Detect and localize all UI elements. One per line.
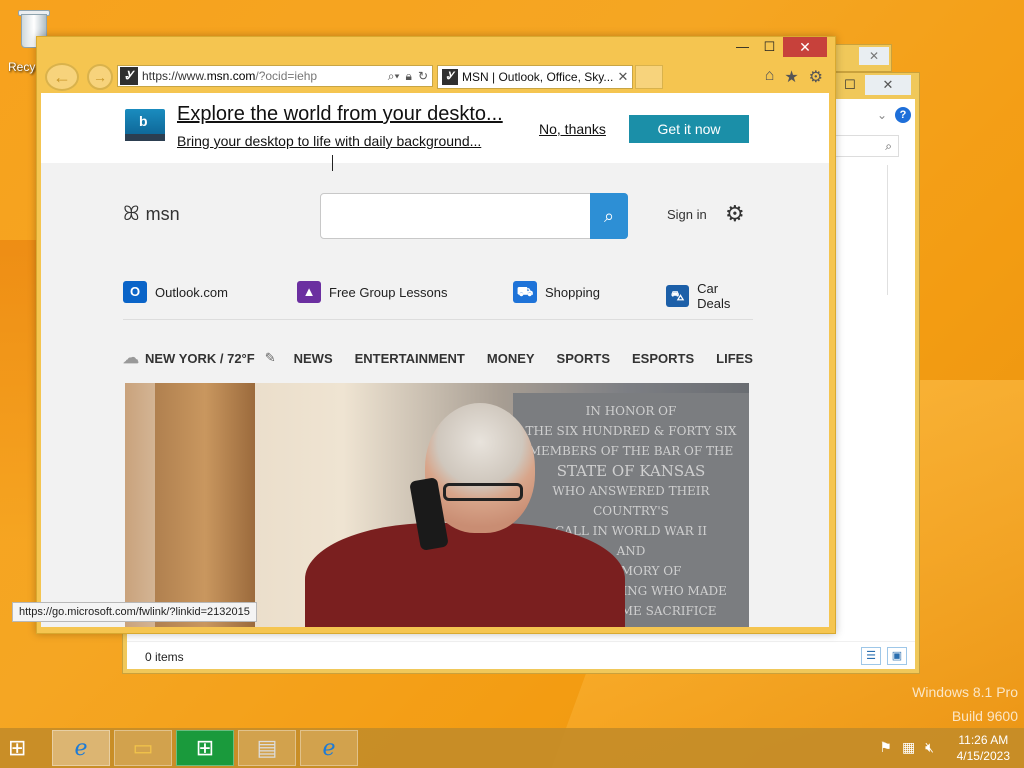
quick-link-outlook[interactable]: O Outlook.com [123,281,228,303]
back-arrow-icon: ← [53,67,71,87]
start-button[interactable]: ⊞ [8,736,38,760]
quick-link-label: Shopping [545,284,600,300]
url-prefix: https://www. [142,69,207,83]
text-cursor [332,155,333,171]
settings-gear-icon[interactable]: ⚙ [809,67,823,87]
quick-link-group-lessons[interactable]: ▲ Free Group Lessons [297,281,448,303]
search-input[interactable]: ⌕ [320,193,628,239]
explorer-search-input[interactable]: ⌕ [829,135,899,157]
date: 4/15/2023 [956,749,1010,763]
network-icon[interactable]: ▦ [902,739,915,756]
quick-link-label: Car Deals [697,281,731,311]
nav-news[interactable]: NEWS [294,351,333,366]
sign-in-link[interactable]: Sign in [667,207,707,222]
background-window-close-button[interactable]: ✕ [859,47,889,65]
taskbar-ie-icon[interactable]: ℯ [52,730,110,766]
search-icon[interactable]: ⌕▾ [388,69,400,84]
banner-headline[interactable]: Explore the world from your deskto... [177,103,503,126]
forward-arrow-icon: → [93,69,107,85]
maximize-button[interactable]: ☐ [756,37,783,57]
explorer-close-button[interactable]: ✕ [865,75,911,95]
promo-banner: Explore the world from your deskto... Br… [41,93,829,163]
explorer-maximize-button[interactable]: ☐ [837,75,863,95]
chevron-down-icon[interactable]: ⌄ [877,108,887,122]
url-suffix: /?ocid=iehp [255,69,318,83]
item-count: 0 items [145,650,184,664]
lock-icon[interactable]: 🔒︎ [406,69,412,84]
time: 11:26 AM [958,733,1009,747]
column-divider [887,165,888,295]
shopping-cart-icon: ⛟ [513,281,537,303]
butterfly-icon: ꕤ [123,203,140,225]
gear-icon[interactable]: ⚙ [725,201,745,227]
refresh-icon[interactable]: ↻ [418,69,428,84]
clock[interactable]: 11:26 AM 4/15/2023 [957,732,1010,764]
address-url[interactable]: https://www.msn.com/?ocid=iehp [142,69,388,83]
graduation-cap-icon: ▲ [297,281,321,303]
quick-link-car-deals[interactable]: ⛍ Car Deals [666,281,753,311]
help-icon[interactable]: ? [895,107,911,123]
category-nav: ☁ NEW YORK / 72°F ✎ NEWS ENTERTAINMENT M… [123,347,753,369]
get-it-now-button[interactable]: Get it now [629,115,749,143]
address-bar[interactable]: Ꮍ https://www.msn.com/?ocid=iehp ⌕▾ 🔒︎ ↻ [117,65,433,87]
tab-msn[interactable]: Ꮍ MSN | Outlook, Office, Sky... ✕ [437,65,633,89]
msn-favicon-icon: Ꮍ [120,67,138,85]
tab-title: MSN | Outlook, Office, Sky... [462,70,614,84]
explorer-status-bar: 0 items ☰ ▣ [127,641,915,669]
quick-link-shopping[interactable]: ⛟ Shopping [513,281,600,303]
page-content: Explore the world from your deskto... Br… [41,93,829,627]
nav-money[interactable]: MONEY [487,351,535,366]
hero-video[interactable]: IN HONOR OF THE SIX HUNDRED & FORTY SIX … [125,383,749,627]
outlook-icon: O [123,281,147,303]
pencil-edit-icon[interactable]: ✎ [265,350,276,366]
divider [123,319,753,320]
quick-link-label: Outlook.com [155,284,228,300]
favorites-star-icon[interactable]: ★ [784,67,798,87]
search-icon: ⌕ [885,139,892,153]
taskbar: ⊞ ℯ ▭ ⊞ ▤ ℯ ⚑ ▦ 🔇︎ 11:26 AM 4/15/2023 [0,728,1024,768]
search-icon: ⌕ [603,206,615,226]
nav-esports[interactable]: ESPORTS [632,351,694,366]
car-icon: ⛍ [666,285,690,307]
flag-icon[interactable]: ⚑ [879,739,892,756]
back-button[interactable]: ← [45,63,79,91]
link-status-tooltip: https://go.microsoft.com/fwlink/?linkid=… [12,602,257,622]
home-icon[interactable]: ⌂ [765,67,775,87]
taskbar-ie2-icon[interactable]: ℯ [300,730,358,766]
taskbar-store-icon[interactable]: ⊞ [176,730,234,766]
new-tab-button[interactable] [635,65,663,89]
tab-close-icon[interactable]: ✕ [614,69,632,85]
taskbar-file-explorer-icon[interactable]: ▭ [114,730,172,766]
minimize-button[interactable]: — [729,37,756,57]
msn-favicon-icon: Ꮍ [442,69,458,85]
close-button[interactable]: ✕ [783,37,827,57]
internet-explorer-window[interactable]: — ☐ ✕ ← → Ꮍ https://www.msn.com/?ocid=ie… [36,36,836,634]
watermark-line2: Build 9600 [951,708,1018,724]
large-icons-view-icon[interactable]: ▣ [887,647,907,665]
quick-links: O Outlook.com ▲ Free Group Lessons ⛟ Sho… [123,281,753,311]
no-thanks-link[interactable]: No, thanks [539,121,606,137]
nav-sports[interactable]: SPORTS [557,351,610,366]
bing-wallpaper-logo [125,109,165,141]
navigation-bar: ← → Ꮍ https://www.msn.com/?ocid=iehp ⌕▾ … [37,61,835,93]
banner-subtext[interactable]: Bring your desktop to life with daily ba… [177,133,481,149]
taskbar-server-manager-icon[interactable]: ▤ [238,730,296,766]
cloud-weather-icon: ☁ [123,350,139,367]
weather-location[interactable]: NEW YORK / 72°F [145,351,255,366]
url-domain: msn.com [206,69,256,83]
quick-link-label: Free Group Lessons [329,284,448,300]
nav-lifestyle[interactable]: LIFESTY [716,351,753,366]
msn-logo-text: msn [145,204,180,224]
search-button[interactable]: ⌕ [590,193,628,239]
details-view-icon[interactable]: ☰ [861,647,881,665]
volume-muted-icon[interactable]: 🔇︎ [925,739,934,756]
watermark-line1: Windows 8.1 Pro [912,684,1018,700]
nav-entertainment[interactable]: ENTERTAINMENT [355,351,465,366]
forward-button[interactable]: → [87,64,113,90]
msn-logo[interactable]: ꕤ msn [123,203,180,226]
